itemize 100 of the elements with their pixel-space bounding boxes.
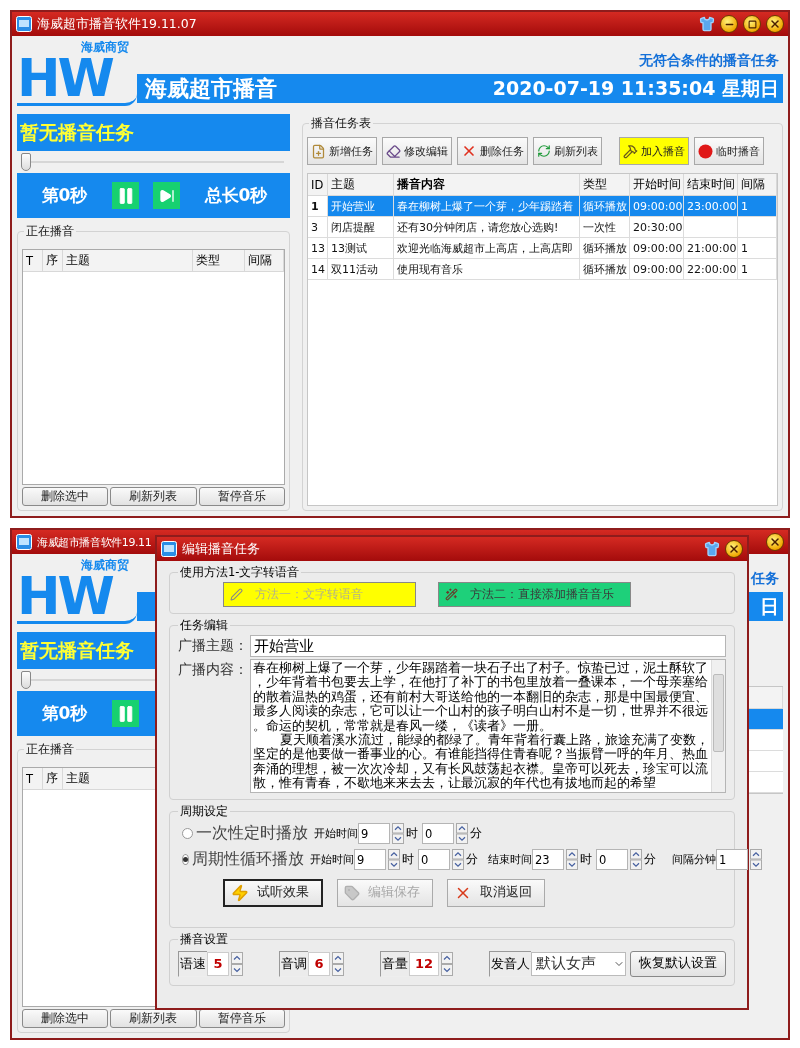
table-cell[interactable]: 22:00:00 (684, 259, 738, 280)
list-button[interactable]: 刷新列表 (110, 487, 197, 506)
radio-button[interactable] (182, 854, 189, 866)
table-cell[interactable]: 21:00:00 (684, 238, 738, 259)
table-cell[interactable]: 循环播放 (580, 238, 630, 259)
column-header[interactable]: 开始时间 (630, 174, 684, 196)
radio-button[interactable] (182, 828, 193, 840)
table-cell[interactable]: 14 (308, 259, 328, 280)
field-label: 音量 (380, 950, 409, 977)
table-cell[interactable]: 09:00:00 (630, 196, 684, 217)
table-cell[interactable]: 一次性 (580, 217, 630, 238)
table-cell[interactable]: 开始营业 (328, 196, 394, 217)
spin-arrows-icon[interactable] (231, 951, 243, 976)
spin-arrows-icon[interactable] (441, 951, 453, 976)
table-cell[interactable]: 循环播放 (580, 196, 630, 217)
column-header[interactable]: 类型 (193, 250, 245, 272)
progress-slider[interactable] (21, 151, 284, 173)
close-button[interactable] (725, 540, 743, 558)
number-field[interactable]: 6 (308, 951, 330, 976)
table-cell[interactable]: 还有30分钟闭店，请您放心选购! (394, 217, 580, 238)
content-field[interactable] (250, 659, 726, 793)
number-field[interactable]: 0 (422, 823, 454, 845)
column-header[interactable]: 间隔 (245, 250, 284, 272)
number-field[interactable]: 5 (207, 951, 229, 976)
table-cell[interactable]: 欢迎光临海威超市上高店，上高店即 (394, 238, 580, 259)
column-header[interactable]: 间隔 (738, 174, 777, 196)
column-header[interactable]: 序 (43, 768, 63, 790)
spin-arrows-icon[interactable] (456, 823, 468, 845)
table-cell[interactable]: 09:00:00 (630, 238, 684, 259)
column-header[interactable]: T (23, 768, 43, 790)
list-button[interactable]: 删除选中 (22, 487, 109, 506)
toolbar-button[interactable]: 刷新列表 (533, 137, 602, 165)
shirt-icon[interactable] (704, 541, 720, 557)
radio-label: 周期性循环播放 (192, 849, 304, 871)
number-field[interactable]: 0 (596, 849, 628, 871)
shirt-icon[interactable] (699, 16, 715, 32)
slider-thumb[interactable] (21, 671, 31, 689)
list-button[interactable]: 暂停音乐 (198, 487, 285, 506)
spin-arrows-icon[interactable] (566, 849, 578, 871)
list-button[interactable]: 删除选中 (22, 1009, 109, 1028)
toolbar-button[interactable]: 删除任务 (457, 137, 528, 165)
column-header[interactable]: 结束时间 (684, 174, 738, 196)
table-cell[interactable]: 1 (738, 259, 777, 280)
table-cell[interactable] (738, 217, 777, 238)
logo-text: HW (17, 573, 112, 619)
reset-button[interactable]: 恢复默认设置 (630, 950, 726, 977)
column-header[interactable]: ID (308, 174, 328, 196)
spin-arrows-icon[interactable] (392, 823, 404, 845)
table-cell[interactable]: 23:00:00 (684, 196, 738, 217)
toolbar-button[interactable]: 修改编辑 (382, 137, 452, 165)
subject-field[interactable]: 开始营业 (250, 635, 726, 657)
number-field[interactable]: 9 (354, 849, 386, 871)
column-header[interactable]: 主题 (328, 174, 394, 196)
close-button[interactable] (766, 533, 784, 551)
toolbar-button[interactable]: 临时播音 (694, 137, 764, 165)
position-text: 第0秒 (41, 702, 88, 725)
minimize-button[interactable] (720, 15, 738, 33)
column-header[interactable]: 序 (43, 250, 63, 272)
table-cell[interactable]: 使用现有音乐 (394, 259, 580, 280)
spin-arrows-icon[interactable] (332, 951, 344, 976)
table-cell[interactable]: 双11活动 (328, 259, 394, 280)
list-button[interactable]: 刷新列表 (110, 1009, 197, 1028)
spin-arrows-icon[interactable] (750, 849, 762, 871)
method-button[interactable]: 方法二：直接添加播音音乐 (438, 582, 631, 607)
number-field[interactable]: 23 (532, 849, 564, 871)
column-header[interactable]: 主题 (63, 250, 193, 272)
spin-arrows-icon[interactable] (630, 849, 642, 871)
table-cell[interactable]: 13 (308, 238, 328, 259)
toolbar-button[interactable]: 加入播音 (619, 137, 689, 165)
number-field[interactable]: 9 (358, 823, 390, 845)
unit-label: 时 (580, 852, 592, 868)
table-cell[interactable]: 循环播放 (580, 259, 630, 280)
number-field[interactable]: 0 (418, 849, 450, 871)
table-cell[interactable]: 13测试 (328, 238, 394, 259)
column-header[interactable]: 播音内容 (394, 174, 580, 196)
table-cell[interactable]: 春在柳树上爆了一个芽，少年踢踏着 (394, 196, 580, 217)
spin-arrows-icon[interactable] (452, 849, 464, 871)
table-cell[interactable]: 1 (308, 196, 328, 217)
action-button[interactable]: 试听效果 (223, 878, 323, 907)
table-cell[interactable] (684, 217, 738, 238)
table-cell[interactable]: 20:30:00 (630, 217, 684, 238)
table-cell[interactable]: 闭店提醒 (328, 217, 394, 238)
table-cell[interactable]: 1 (738, 196, 777, 217)
table-cell[interactable]: 09:00:00 (630, 259, 684, 280)
action-button[interactable]: 取消返回 (447, 878, 545, 907)
scrollbar[interactable] (711, 660, 725, 792)
column-header[interactable]: T (23, 250, 43, 272)
app-icon (161, 541, 177, 557)
number-field[interactable]: 1 (716, 849, 748, 871)
logo-text: HW (17, 55, 112, 101)
table-cell[interactable]: 1 (738, 238, 777, 259)
maximize-button[interactable] (743, 15, 761, 33)
slider-thumb[interactable] (21, 153, 31, 171)
spin-arrows-icon[interactable] (388, 849, 400, 871)
toolbar-button[interactable]: 新增任务 (307, 137, 377, 165)
column-header[interactable]: 类型 (580, 174, 630, 196)
table-cell[interactable]: 3 (308, 217, 328, 238)
close-button[interactable] (766, 15, 784, 33)
speaker-dropdown[interactable]: 默认女声 (531, 951, 626, 976)
number-field[interactable]: 12 (409, 951, 439, 976)
